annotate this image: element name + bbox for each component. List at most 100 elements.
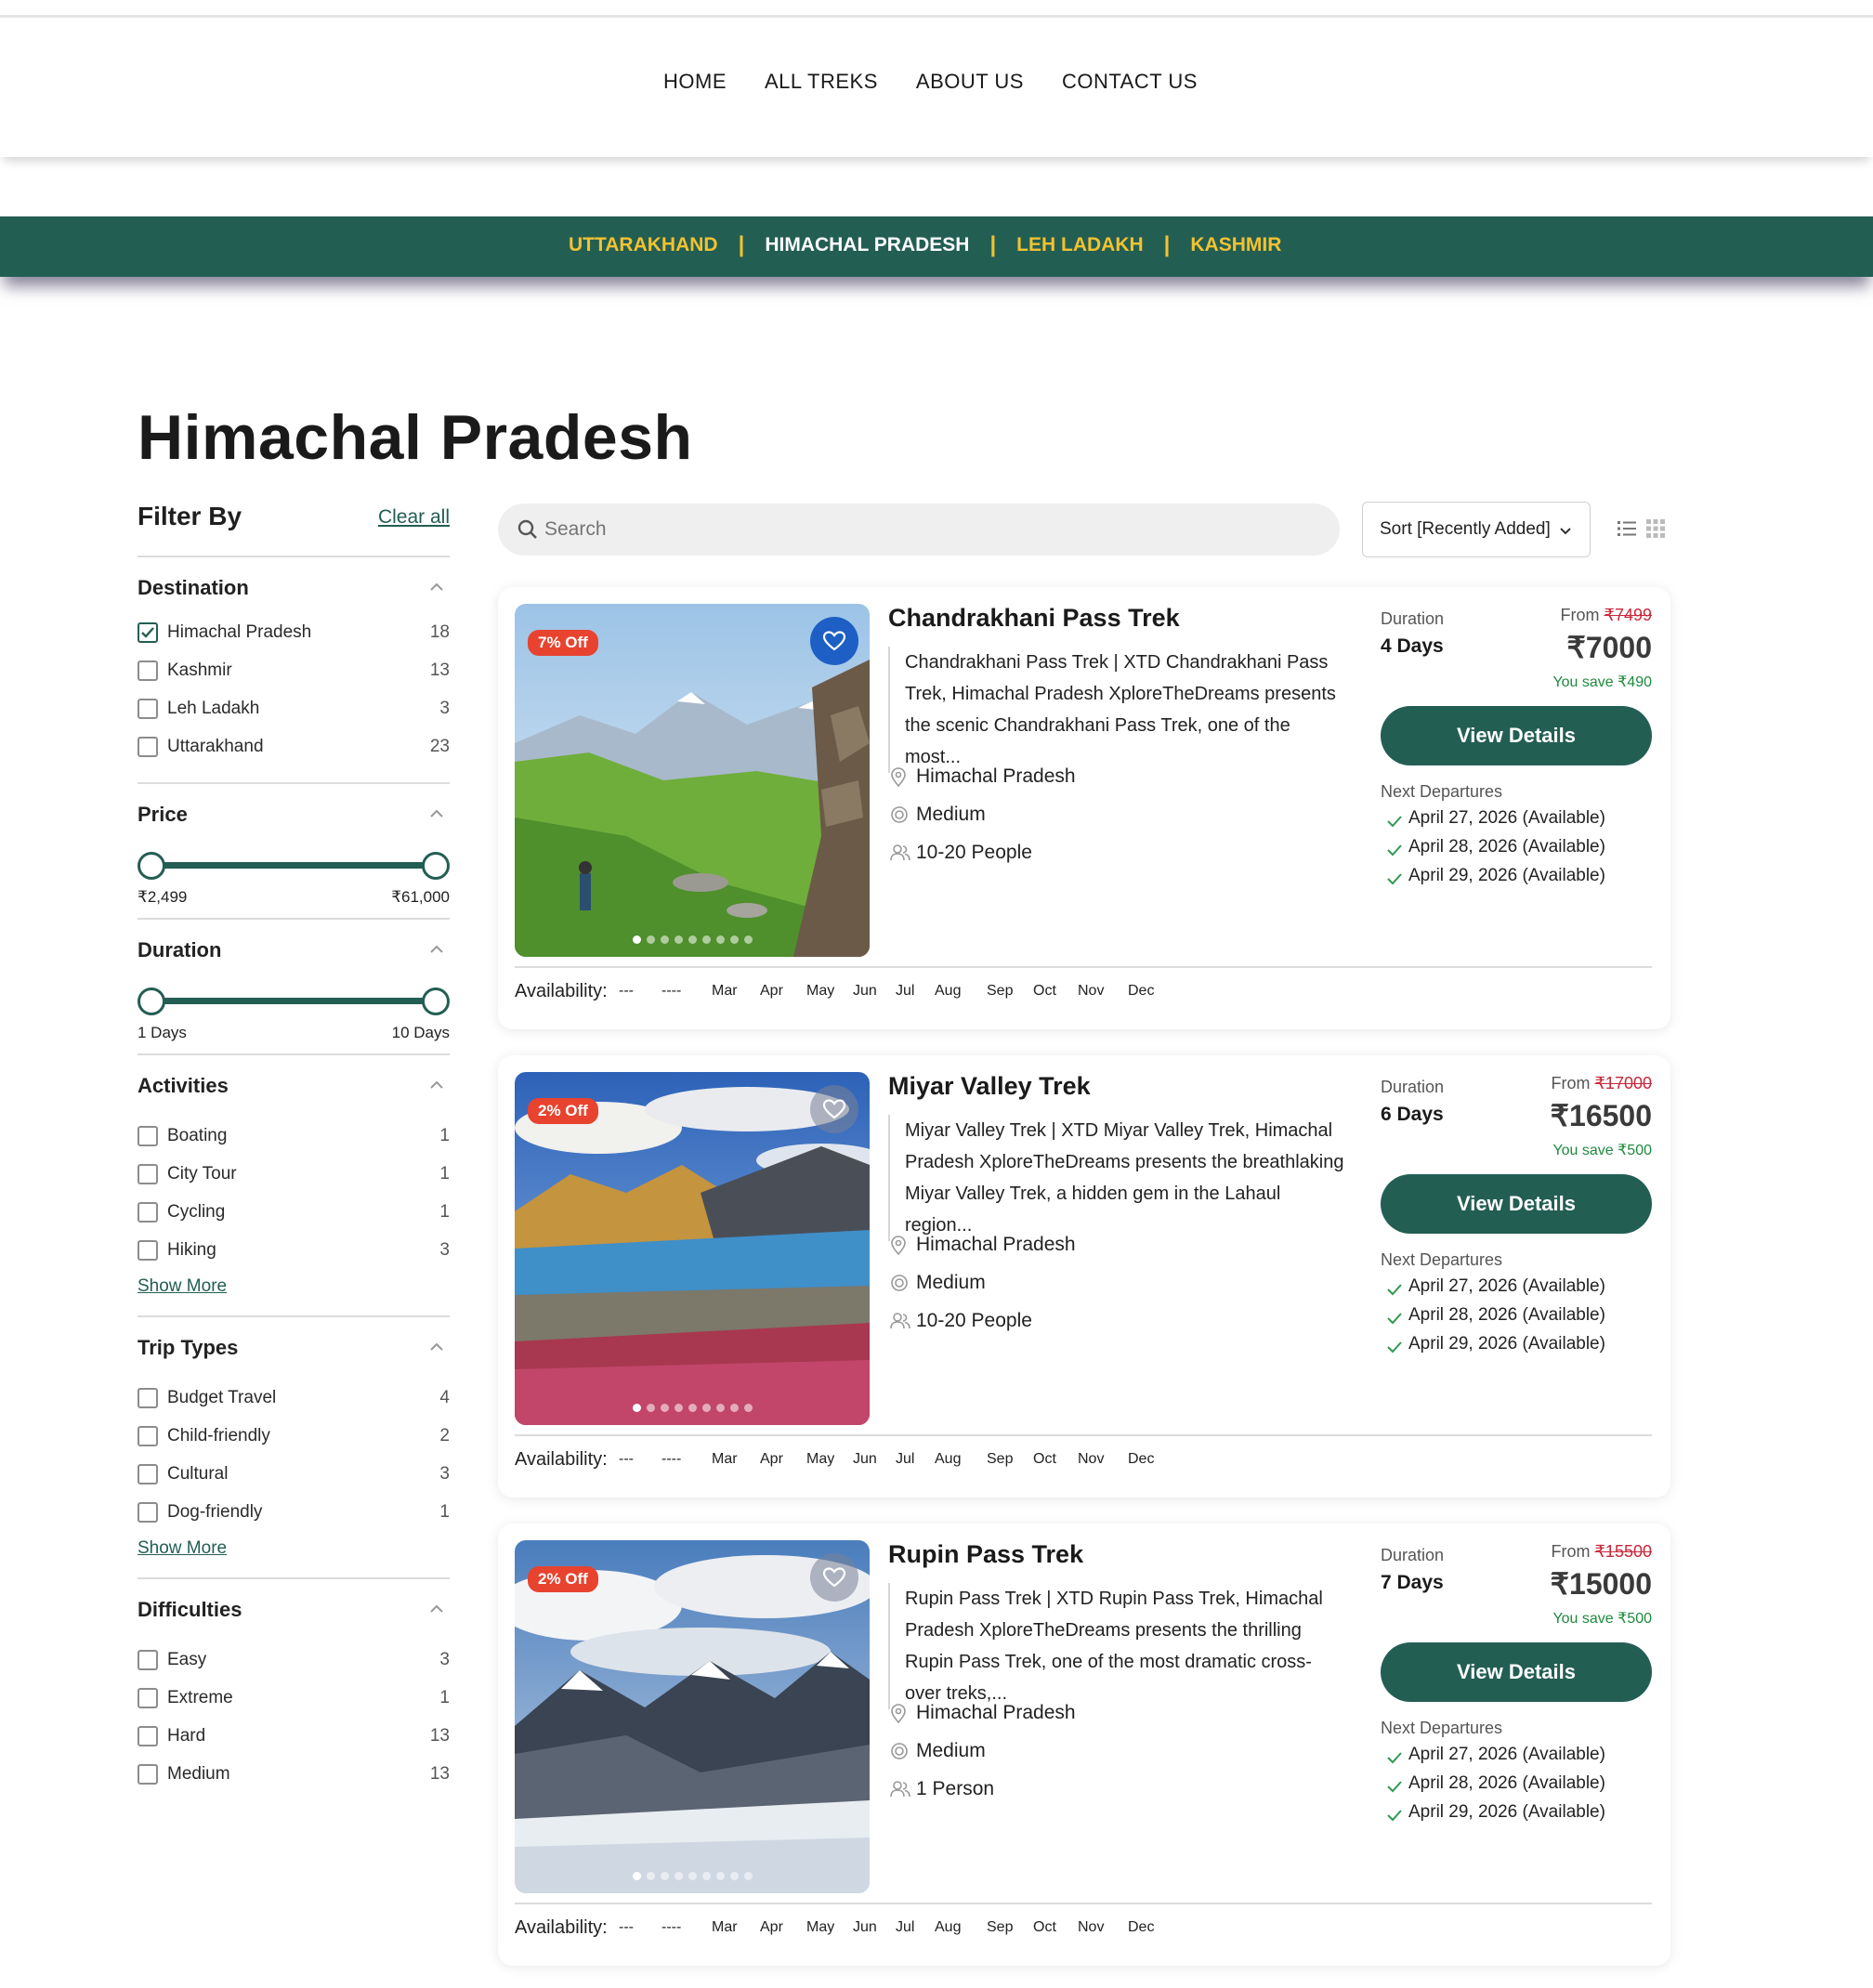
- carousel-dot[interactable]: [743, 1404, 753, 1412]
- carousel-dot[interactable]: [701, 1404, 711, 1412]
- carousel-dot[interactable]: [701, 1872, 711, 1880]
- current-price: ₹7000: [1566, 631, 1652, 664]
- carousel-dot[interactable]: [646, 935, 655, 944]
- availability-month: Apr: [760, 1919, 783, 1935]
- sort-label: Sort [Recently Added]: [1380, 519, 1551, 539]
- checkbox-kashmir[interactable]: [138, 660, 158, 681]
- price-min-handle[interactable]: [138, 852, 165, 880]
- difficulty-option: Extreme 1: [138, 1682, 450, 1720]
- carousel-dot[interactable]: [632, 1872, 641, 1880]
- carousel-dot[interactable]: [715, 1404, 725, 1412]
- nav-contact-us[interactable]: CONTACT US: [1062, 70, 1198, 94]
- group-size-text: 1 Person: [916, 1778, 995, 1799]
- checkbox-dog-friendly[interactable]: [138, 1502, 158, 1523]
- checkbox-child-friendly[interactable]: [138, 1426, 158, 1446]
- trek-title[interactable]: Miyar Valley Trek: [888, 1072, 1091, 1101]
- checkbox-cultural[interactable]: [138, 1464, 158, 1484]
- carousel-dot[interactable]: [674, 1872, 683, 1880]
- carousel-dot[interactable]: [688, 935, 697, 944]
- carousel-dot[interactable]: [632, 1404, 641, 1412]
- carousel-dot[interactable]: [729, 1872, 739, 1880]
- price-max-handle[interactable]: [422, 852, 450, 880]
- carousel-dot[interactable]: [660, 935, 669, 944]
- region-bar: UTTARAKHAND | HIMACHAL PRADESH | LEH LAD…: [0, 216, 1873, 277]
- availability-month: Jul: [896, 1451, 915, 1467]
- duration-max-handle[interactable]: [422, 987, 450, 1015]
- view-details-button[interactable]: View Details: [1381, 706, 1652, 765]
- trek-title[interactable]: Chandrakhani Pass Trek: [888, 604, 1180, 633]
- clear-all-link[interactable]: Clear all: [378, 506, 450, 529]
- list-view-icon[interactable]: [1617, 518, 1637, 539]
- checkbox-boating[interactable]: [138, 1126, 158, 1146]
- chevron-up-icon[interactable]: [429, 942, 444, 957]
- nav-about-us[interactable]: ABOUT US: [916, 70, 1024, 94]
- trek-group-size: 10-20 People: [888, 1308, 1334, 1336]
- checkbox-leh-ladakh[interactable]: [138, 699, 158, 719]
- search-input[interactable]: [543, 511, 1323, 548]
- favorite-button[interactable]: [810, 617, 858, 665]
- trek-location: Himachal Pradesh: [888, 1700, 1334, 1728]
- chevron-up-icon[interactable]: [429, 580, 444, 595]
- carousel-dot[interactable]: [729, 935, 739, 944]
- checkbox-extreme[interactable]: [138, 1688, 158, 1708]
- difficulty-icon: [891, 806, 908, 823]
- trek-image[interactable]: 7% Off: [515, 604, 870, 957]
- view-details-button[interactable]: View Details: [1381, 1174, 1652, 1234]
- trip-types-show-more-link[interactable]: Show More: [138, 1538, 450, 1559]
- trek-description: Chandrakhani Pass Trek | XTD Chandrakhan…: [888, 647, 1347, 773]
- carousel-dot[interactable]: [688, 1404, 697, 1412]
- carousel-dot[interactable]: [660, 1404, 669, 1412]
- carousel-dot[interactable]: [646, 1872, 655, 1880]
- duration-value: 4 Days: [1381, 635, 1444, 657]
- chevron-up-icon[interactable]: [429, 1078, 444, 1092]
- checkbox-hiking[interactable]: [138, 1240, 158, 1261]
- heart-icon: [822, 631, 846, 651]
- carousel-dot[interactable]: [660, 1872, 669, 1880]
- carousel-dot[interactable]: [688, 1872, 697, 1880]
- carousel-dot[interactable]: [729, 1404, 739, 1412]
- view-details-button[interactable]: View Details: [1381, 1642, 1652, 1702]
- carousel-dot[interactable]: [674, 935, 683, 944]
- heart-icon: [822, 1567, 846, 1588]
- checkbox-cycling[interactable]: [138, 1202, 158, 1223]
- region-himachal-pradesh[interactable]: HIMACHAL PRADESH: [765, 234, 969, 256]
- checkbox-easy[interactable]: [138, 1650, 158, 1670]
- nav-all-treks[interactable]: ALL TREKS: [765, 70, 878, 94]
- carousel-dot[interactable]: [715, 935, 725, 944]
- checkbox-hard[interactable]: [138, 1726, 158, 1746]
- people-icon: [890, 844, 910, 861]
- chevron-up-icon[interactable]: [429, 1602, 444, 1616]
- option-count: 1: [439, 1164, 450, 1184]
- trek-image[interactable]: 2% Off: [515, 1072, 870, 1425]
- region-kashmir[interactable]: KASHMIR: [1190, 234, 1281, 256]
- duration-min-handle[interactable]: [138, 987, 165, 1015]
- chevron-up-icon[interactable]: [429, 1340, 444, 1354]
- trek-title[interactable]: Rupin Pass Trek: [888, 1540, 1083, 1569]
- carousel-dot[interactable]: [632, 935, 641, 944]
- activities-show-more-link[interactable]: Show More: [138, 1276, 450, 1297]
- carousel-dot[interactable]: [743, 935, 753, 944]
- favorite-button[interactable]: [810, 1085, 858, 1133]
- region-leh-ladakh[interactable]: LEH LADAKH: [1016, 234, 1144, 256]
- checkbox-uttarakhand[interactable]: [138, 737, 158, 757]
- checkbox-medium[interactable]: [138, 1764, 158, 1785]
- carousel-dot[interactable]: [646, 1404, 655, 1412]
- group-size-text: 10-20 People: [916, 1310, 1032, 1331]
- check-icon: [1387, 1752, 1402, 1764]
- carousel-dot[interactable]: [674, 1404, 683, 1412]
- region-uttarakhand[interactable]: UTTARAKHAND: [569, 234, 718, 256]
- grid-view-icon[interactable]: [1645, 518, 1666, 539]
- card-divider: [515, 1903, 1652, 1904]
- carousel-dot[interactable]: [715, 1872, 725, 1880]
- checkbox-budget-travel[interactable]: [138, 1388, 158, 1408]
- trek-image[interactable]: 2% Off: [515, 1540, 870, 1893]
- chevron-up-icon[interactable]: [429, 806, 444, 821]
- sort-dropdown[interactable]: Sort [Recently Added]: [1362, 502, 1591, 557]
- nav-home[interactable]: HOME: [663, 70, 727, 94]
- difficulty-option: Medium 13: [138, 1759, 450, 1797]
- checkbox-city-tour[interactable]: [138, 1164, 158, 1184]
- favorite-button[interactable]: [810, 1553, 858, 1602]
- checkbox-himachal-pradesh[interactable]: [138, 622, 158, 643]
- carousel-dot[interactable]: [743, 1872, 753, 1880]
- carousel-dot[interactable]: [701, 935, 711, 944]
